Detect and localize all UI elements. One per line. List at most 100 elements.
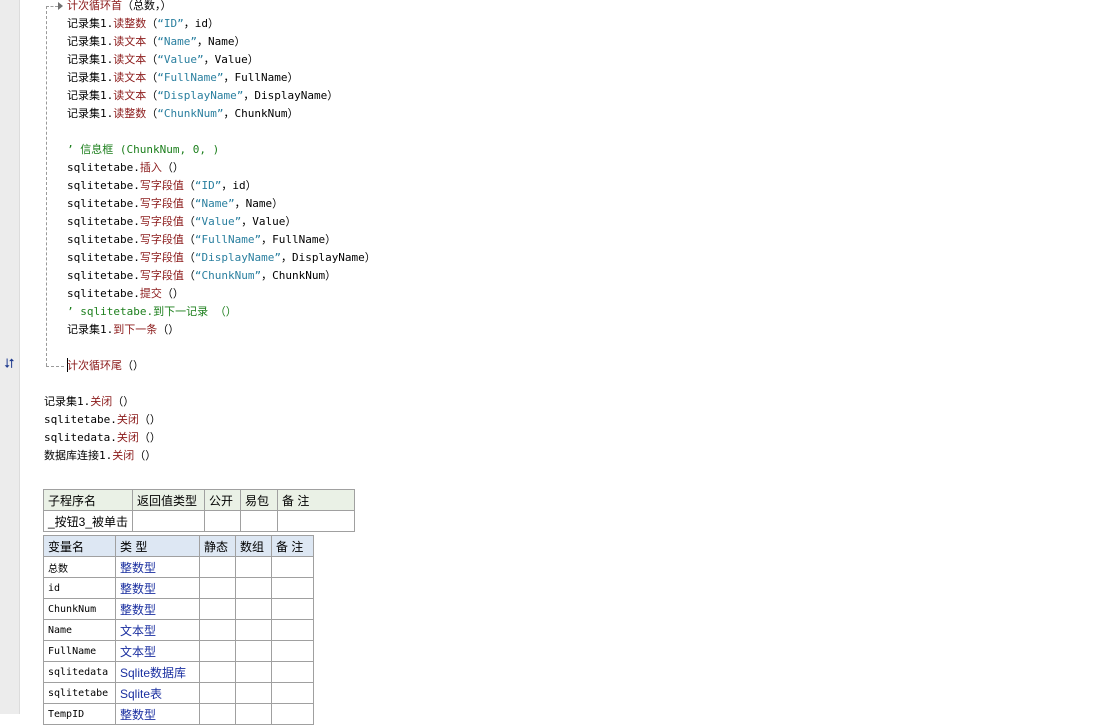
var-type-cell[interactable]: 整数型 (115, 598, 200, 620)
code-line[interactable]: 记录集1.读文本（“DisplayName”，DisplayName） (67, 87, 338, 105)
code-command: 关闭 (112, 449, 135, 462)
var-type-cell[interactable]: 文本型 (115, 619, 200, 641)
table-cell[interactable] (271, 577, 314, 599)
code-line[interactable]: 记录集1.读文本（“FullName”，FullName） (67, 69, 298, 87)
table-cell[interactable] (240, 510, 279, 532)
code-line[interactable]: 记录集1.读整数（“ID”，id） (67, 15, 219, 33)
code-args: ，DisplayName） (280, 251, 376, 264)
table-row[interactable]: TempID 整数型 (43, 703, 314, 725)
var-name-cell[interactable]: id (43, 577, 116, 599)
table-cell[interactable] (277, 510, 356, 532)
table-cell[interactable] (271, 682, 314, 704)
table-cell[interactable] (271, 556, 314, 578)
var-type-cell[interactable]: 文本型 (115, 640, 200, 662)
code-line[interactable]: sqlitetabe.写字段值（“DisplayName”，DisplayNam… (67, 249, 376, 267)
table-cell[interactable] (271, 598, 314, 620)
code-line[interactable]: 记录集1.读文本（“Value”，Value） (67, 51, 259, 69)
table-cell[interactable] (235, 682, 272, 704)
var-name-cell[interactable]: Name (43, 619, 116, 641)
code-string: “Name” (157, 35, 197, 48)
code-line[interactable]: sqlitetabe.写字段值（“ID”，id） (67, 177, 257, 195)
table-row[interactable]: id 整数型 (43, 577, 314, 599)
code-line[interactable]: 记录集1.关闭（） (44, 393, 134, 411)
var-type-cell[interactable]: 整数型 (115, 577, 200, 599)
table-cell[interactable] (235, 619, 272, 641)
var-name-cell[interactable]: sqlitedata (43, 661, 116, 683)
table-cell[interactable] (199, 640, 236, 662)
loop-tail-line[interactable]: 计次循环尾（） (67, 357, 144, 375)
table-cell[interactable] (271, 661, 314, 683)
table-cell[interactable] (271, 619, 314, 641)
code-args: ，Value） (203, 53, 259, 66)
code-string: “ID” (194, 179, 222, 192)
code-string: “FullName” (194, 233, 262, 246)
table-cell[interactable] (235, 598, 272, 620)
loop-head-line[interactable]: 计次循环首（总数，） (67, 0, 172, 15)
variable-header-row: 变量名 类 型 静态 数组 备 注 (43, 535, 314, 557)
table-cell[interactable] (199, 703, 236, 725)
table-cell[interactable] (199, 556, 236, 578)
comment-line[interactable]: ’ sqlitetabe.到下一记录 （） (67, 303, 237, 321)
table-row[interactable]: sqlitetabe Sqlite表 (43, 682, 314, 704)
table-cell[interactable] (235, 661, 272, 683)
var-type-cell[interactable]: Sqlite表 (115, 682, 200, 704)
table-cell[interactable] (132, 510, 206, 532)
table-cell[interactable] (235, 640, 272, 662)
code-line[interactable]: sqlitetabe.写字段值（“ChunkNum”，ChunkNum） (67, 267, 336, 285)
var-name-cell[interactable]: TempID (43, 703, 116, 725)
comment-line[interactable]: ’ 信息框 (ChunkNum, 0, ) (67, 141, 219, 159)
table-cell[interactable] (235, 556, 272, 578)
code-args: ，id） (183, 17, 219, 30)
code-line[interactable]: sqlitetabe.写字段值（“Name”，Name） (67, 195, 283, 213)
table-cell[interactable] (199, 577, 236, 599)
table-cell[interactable] (271, 703, 314, 725)
var-type-cell[interactable]: 整数型 (115, 556, 200, 578)
code-line[interactable]: sqlitetabe.提交（） (67, 285, 184, 303)
var-name-cell[interactable]: FullName (43, 640, 116, 662)
code-args: ，Value） (241, 215, 297, 228)
table-cell[interactable] (235, 703, 272, 725)
var-name-cell[interactable]: ChunkNum (43, 598, 116, 620)
table-cell[interactable] (235, 577, 272, 599)
code-line[interactable]: sqlitetabe.关闭（） (44, 411, 161, 429)
table-cell[interactable] (199, 661, 236, 683)
header-cell: 子程序名 (42, 489, 134, 511)
table-cell[interactable]: _按钮3_被单击 (42, 510, 134, 532)
code-line[interactable]: 记录集1.读文本（“Name”，Name） (67, 33, 246, 51)
table-cell[interactable] (199, 682, 236, 704)
table-row[interactable]: ChunkNum 整数型 (43, 598, 314, 620)
table-cell[interactable] (199, 598, 236, 620)
code-string: “Value” (157, 53, 204, 66)
subroutine-row[interactable]: _按钮3_被单击 (42, 510, 356, 532)
code-command: 关闭 (116, 413, 139, 426)
var-type-cell[interactable]: Sqlite数据库 (115, 661, 200, 683)
code-line[interactable]: 记录集1.读整数（“ChunkNum”，ChunkNum） (67, 105, 298, 123)
table-cell[interactable] (271, 640, 314, 662)
code-paren: （ (183, 197, 195, 210)
loop-arrows-icon[interactable]: ⮃ (1, 357, 18, 373)
table-row[interactable]: FullName 文本型 (43, 640, 314, 662)
variable-table: 变量名 类 型 静态 数组 备 注 总数 整数型 id 整数型 ChunkNum 整数… (43, 535, 314, 725)
code-command: 读文本 (113, 35, 147, 48)
code-command: 读文本 (113, 71, 147, 84)
table-row[interactable]: sqlitedata Sqlite数据库 (43, 661, 314, 683)
table-row[interactable]: Name 文本型 (43, 619, 314, 641)
table-row[interactable]: 总数 整数型 (43, 556, 314, 578)
code-line[interactable]: 记录集1.到下一条（） (67, 321, 179, 339)
header-cell: 易包 (240, 489, 279, 511)
var-type-cell[interactable]: 整数型 (115, 703, 200, 725)
code-line[interactable]: sqlitetabe.写字段值（“Value”，Value） (67, 213, 296, 231)
code-line[interactable]: sqlitedata.关闭（） (44, 429, 161, 447)
code-args: （） (161, 287, 184, 300)
var-name-cell[interactable]: sqlitetabe (43, 682, 116, 704)
code-string: “DisplayName” (194, 251, 281, 264)
var-name-cell[interactable]: 总数 (43, 556, 116, 578)
table-cell[interactable] (199, 619, 236, 641)
code-paren: （ (146, 35, 158, 48)
code-line[interactable]: 数据库连接1.关闭（） (44, 447, 156, 465)
code-line[interactable]: sqlitetabe.插入（） (67, 159, 184, 177)
code-paren: （ (183, 179, 195, 192)
table-cell[interactable] (204, 510, 242, 532)
code-object: sqlitetabe. (67, 215, 140, 228)
code-line[interactable]: sqlitetabe.写字段值（“FullName”，FullName） (67, 231, 336, 249)
